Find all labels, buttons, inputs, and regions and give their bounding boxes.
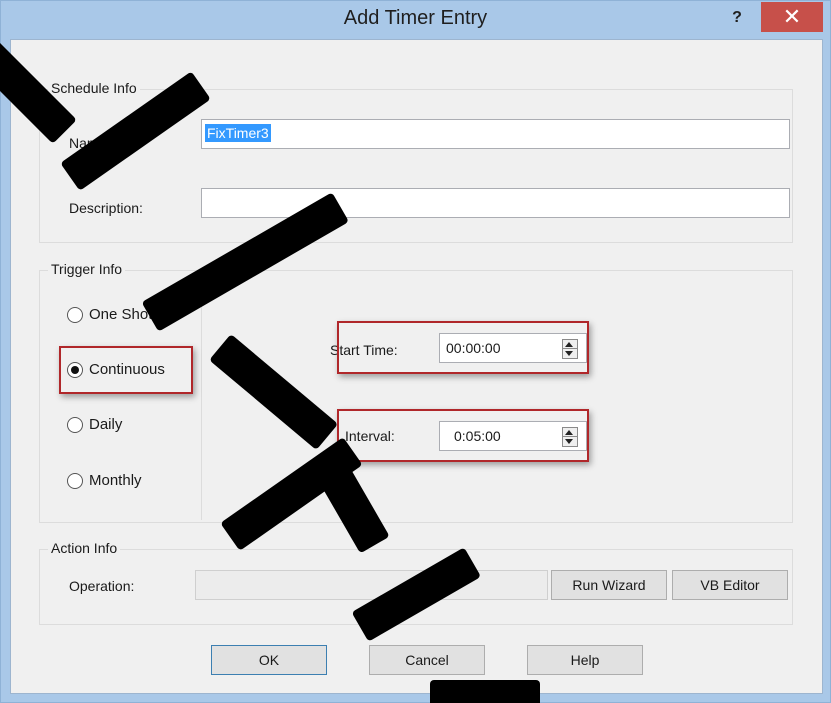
description-label: Description: (69, 200, 143, 216)
interval-highlight (337, 409, 589, 462)
radio-monthly-circle (67, 472, 83, 489)
name-input-value: FixTimer3 (205, 124, 271, 142)
radio-one-shot[interactable]: One Shot (67, 306, 152, 323)
radio-monthly[interactable]: Monthly (67, 472, 142, 489)
ok-button[interactable]: OK (211, 645, 327, 675)
help-title-button[interactable]: ? (723, 6, 751, 30)
help-button[interactable]: Help (527, 645, 643, 675)
action-info-label: Action Info (48, 540, 121, 556)
run-wizard-button[interactable]: Run Wizard (551, 570, 667, 600)
radio-one-shot-circle (67, 306, 83, 323)
radio-daily-circle (67, 416, 83, 433)
dialog-client-area: Schedule Info Name: FixTimer3 Descriptio… (10, 39, 823, 694)
operation-input (195, 570, 548, 600)
description-input[interactable] (201, 188, 790, 218)
dialog-window: Add Timer Entry ? ✕ Schedule Info Name: … (0, 0, 831, 703)
name-input[interactable]: FixTimer3 (201, 119, 790, 149)
trigger-info-label: Trigger Info (48, 261, 126, 277)
start-time-highlight (337, 321, 589, 374)
name-label: Name: (69, 135, 111, 151)
trigger-divider (201, 271, 202, 520)
close-button[interactable]: ✕ (761, 2, 823, 32)
vb-editor-button[interactable]: VB Editor (672, 570, 788, 600)
continuous-highlight (59, 346, 193, 394)
operation-label: Operation: (69, 578, 135, 594)
schedule-info-label: Schedule Info (48, 80, 140, 96)
radio-daily[interactable]: Daily (67, 416, 122, 433)
title-bar[interactable]: Add Timer Entry ? ✕ (1, 1, 830, 39)
schedule-info-group: Schedule Info (39, 80, 793, 243)
cancel-button[interactable]: Cancel (369, 645, 485, 675)
close-icon: ✕ (782, 4, 802, 29)
radio-monthly-label: Monthly (89, 472, 142, 489)
radio-daily-label: Daily (89, 416, 123, 433)
dialog-title: Add Timer Entry (343, 7, 488, 29)
radio-one-shot-label: One Shot (89, 306, 153, 323)
